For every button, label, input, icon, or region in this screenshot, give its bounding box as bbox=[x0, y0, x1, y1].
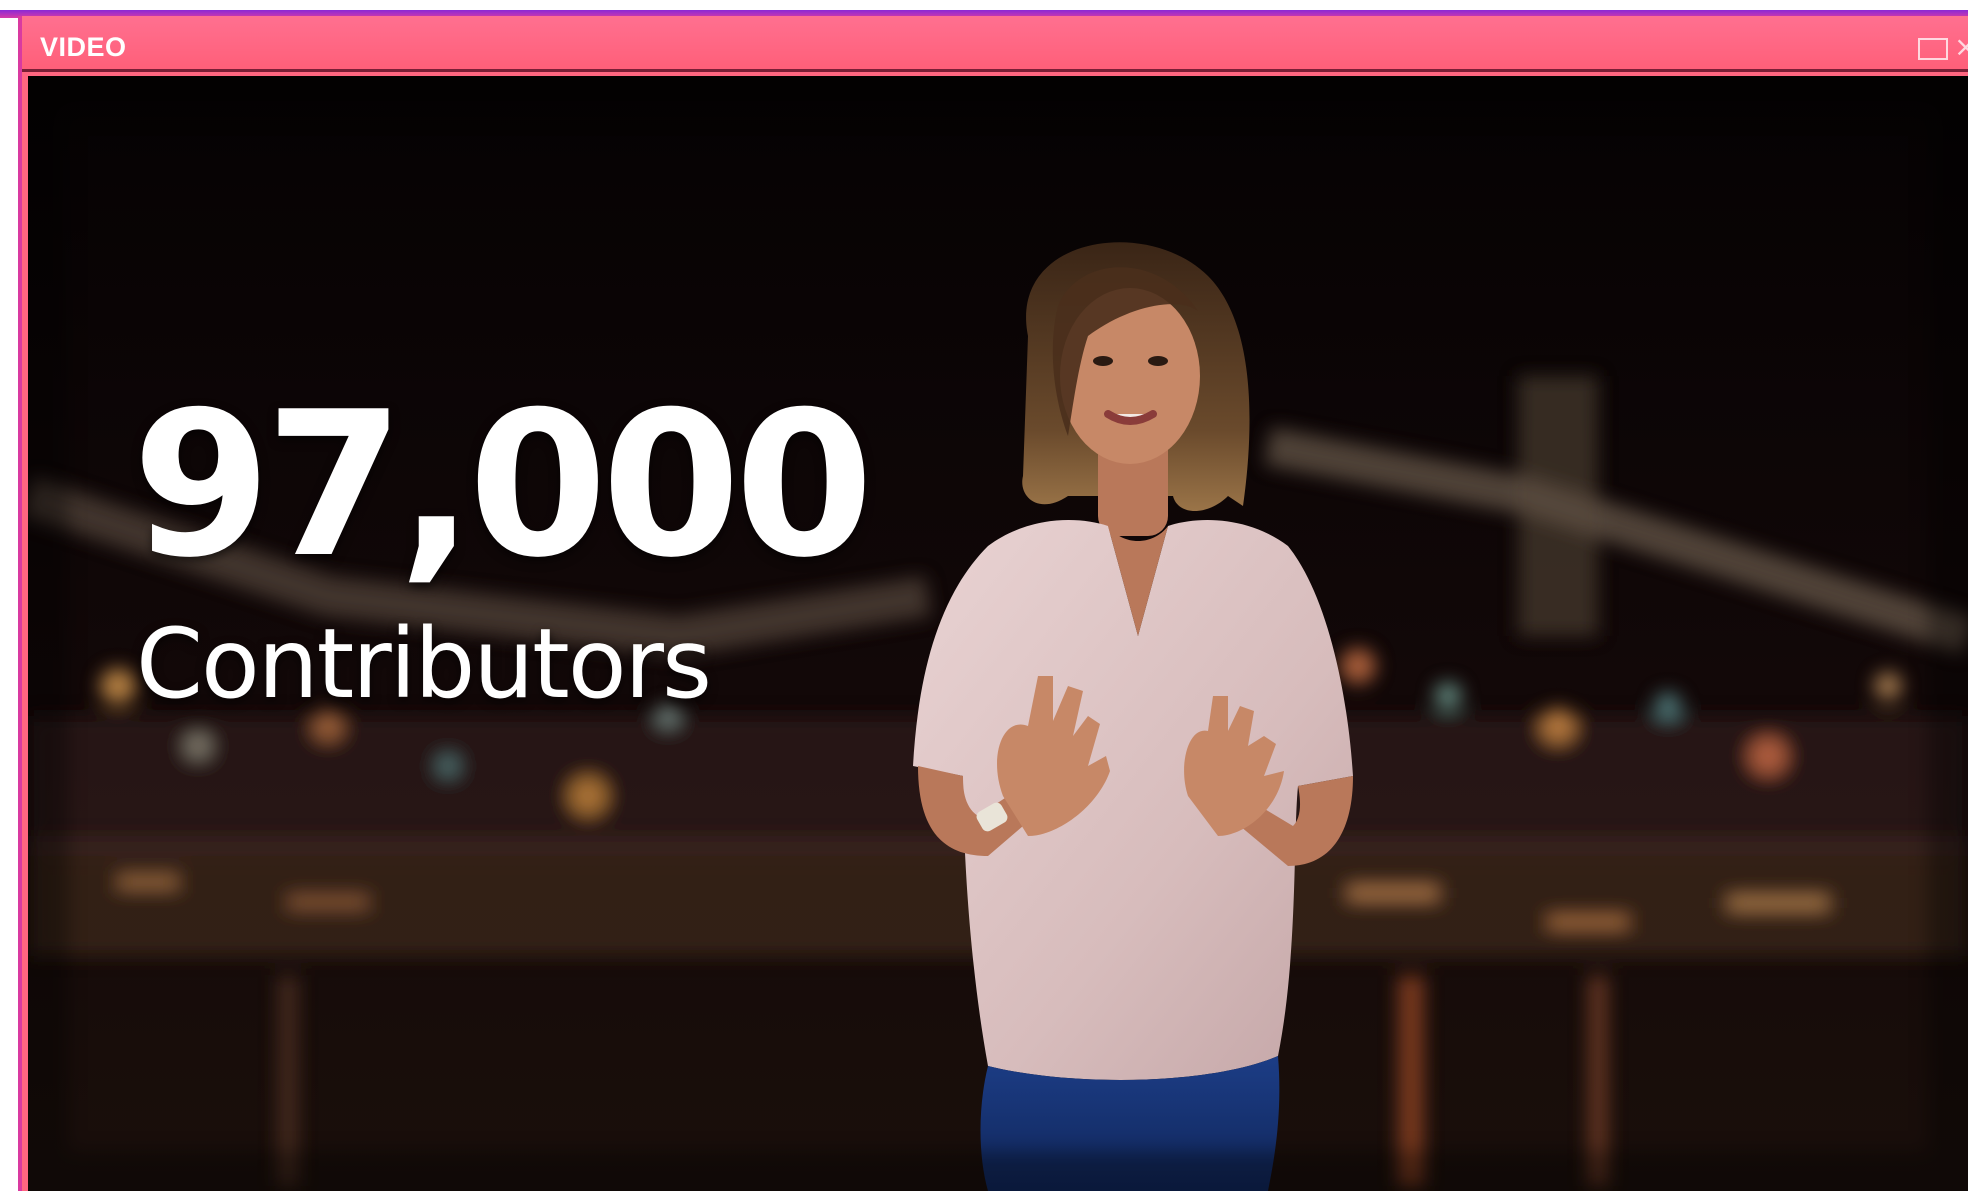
close-icon[interactable]: × bbox=[1954, 32, 1968, 62]
window-controls: × bbox=[1898, 32, 1968, 64]
video-titlebar: VIDEO × bbox=[22, 16, 1968, 72]
video-window-title: VIDEO bbox=[40, 32, 127, 62]
maximize-icon[interactable] bbox=[1918, 38, 1948, 60]
overlay-statistic-number: 97,000 bbox=[132, 369, 874, 602]
video-window: VIDEO × 97,000 Contributors bbox=[18, 16, 1968, 1191]
video-player[interactable]: 97,000 Contributors bbox=[28, 76, 1968, 1191]
overlay-statistic-label: Contributors bbox=[136, 608, 712, 720]
